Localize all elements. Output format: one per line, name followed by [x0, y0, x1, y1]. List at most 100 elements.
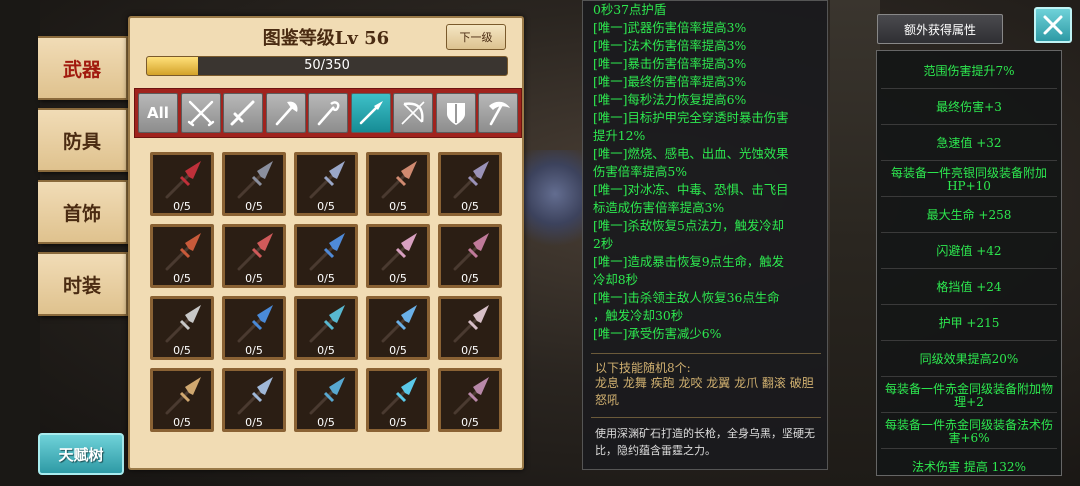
effect-line: 标造成伤害倍率提高3%	[593, 200, 725, 215]
spear-icon	[381, 161, 417, 199]
weapon-slot[interactable]: 0/5	[366, 224, 430, 288]
bow-icon	[401, 101, 425, 125]
spear-icon	[381, 377, 417, 415]
filter-bow-button[interactable]	[393, 93, 433, 133]
weapon-slot[interactable]: 0/5	[222, 296, 286, 360]
weapon-slot[interactable]: 0/5	[294, 152, 358, 216]
attribute-row: 最大生命 +258	[881, 199, 1057, 233]
spear-icon	[309, 233, 345, 271]
spear-icon	[165, 161, 201, 199]
weapon-grid: 0/5 0/5 0/5 0/5 0/5 0/5 0/5 0/5 0/5 0/5 0/5 0/5 0/5 0…	[150, 152, 510, 432]
spear-icon	[309, 161, 345, 199]
slot-count: 0/5	[389, 200, 407, 213]
weapon-slot[interactable]: 0/5	[222, 224, 286, 288]
weapon-slot[interactable]: 0/5	[222, 152, 286, 216]
effect-list: 0秒37点护盾 [唯一]武器伤害倍率提高3% [唯一]法术伤害倍率提高3% [唯一]暴…	[593, 1, 821, 343]
background-character	[520, 150, 590, 260]
attribute-row: 每装备一件赤金同级装备法术伤害+6%	[881, 415, 1057, 449]
effect-line: [唯一]法术伤害倍率提高3%	[593, 38, 747, 53]
weapon-slot[interactable]: 0/5	[150, 296, 214, 360]
attribute-row: 最终伤害+3	[881, 91, 1057, 125]
weapon-slot[interactable]: 0/5	[150, 224, 214, 288]
collection-progress-bar: 50/350	[146, 56, 508, 76]
skills-title: 以下技能随机8个:	[595, 361, 691, 375]
weapon-slot[interactable]: 0/5	[150, 152, 214, 216]
filter-all-button[interactable]: All	[138, 93, 178, 133]
spear-icon	[237, 377, 273, 415]
spear-icon	[237, 305, 273, 343]
attribute-row: 每装备一件赤金同级装备附加物理+2	[881, 379, 1057, 413]
weapon-slot[interactable]: 0/5	[438, 296, 502, 360]
spear-icon	[453, 233, 489, 271]
background-left	[0, 0, 40, 486]
slot-count: 0/5	[245, 416, 263, 429]
weapon-slot[interactable]: 0/5	[438, 224, 502, 288]
effect-line: [唯一]造成暴击恢复9点生命，触发	[593, 254, 785, 269]
attribute-row: 同级效果提高20%	[881, 343, 1057, 377]
slot-count: 0/5	[389, 272, 407, 285]
slot-count: 0/5	[461, 200, 479, 213]
spear-icon	[309, 377, 345, 415]
slot-count: 0/5	[173, 200, 191, 213]
slot-count: 0/5	[389, 416, 407, 429]
effect-line: 0秒37点护盾	[593, 2, 667, 17]
filter-spear-button[interactable]	[350, 93, 391, 133]
slot-count: 0/5	[173, 272, 191, 285]
effect-line: [唯一]杀敌恢复5点法力，触发冷却	[593, 218, 785, 233]
filter-staff-button[interactable]	[308, 93, 348, 133]
weapon-slot[interactable]: 0/5	[366, 296, 430, 360]
weapon-slot[interactable]: 0/5	[438, 152, 502, 216]
weapon-slot[interactable]: 0/5	[294, 368, 358, 432]
axe-icon	[275, 101, 298, 126]
spear-icon	[165, 233, 201, 271]
effect-line: [唯一]暴击伤害倍率提高3%	[593, 56, 747, 71]
spear-icon	[165, 377, 201, 415]
tab-weapons[interactable]: 武器	[38, 36, 128, 100]
talent-tree-button[interactable]: 天赋树	[38, 433, 124, 475]
effect-line: [唯一]最终伤害倍率提高3%	[593, 74, 747, 89]
slot-count: 0/5	[317, 416, 335, 429]
weapon-slot[interactable]: 0/5	[222, 368, 286, 432]
attribute-row: 每装备一件亮银同级装备附加HP+10	[881, 163, 1057, 197]
slot-count: 0/5	[245, 200, 263, 213]
effect-line: ，触发冷却30秒	[593, 308, 684, 323]
weapon-slot[interactable]: 0/5	[150, 368, 214, 432]
spear-icon	[453, 305, 489, 343]
attribute-row: 护甲 +215	[881, 307, 1057, 341]
staff-icon	[317, 101, 340, 126]
attribute-row: 闪避值 +42	[881, 235, 1057, 269]
item-description-panel: 0秒37点护盾 [唯一]武器伤害倍率提高3% [唯一]法术伤害倍率提高3% [唯一]暴…	[582, 0, 828, 470]
weapon-slot[interactable]: 0/5	[438, 368, 502, 432]
filter-scythe-button[interactable]	[478, 93, 518, 133]
scythe-icon	[489, 101, 510, 126]
close-button[interactable]	[1034, 7, 1072, 43]
progress-text: 50/350	[304, 58, 350, 73]
attribute-row: 急速值 +32	[881, 127, 1057, 161]
next-level-button[interactable]: 下一级	[446, 24, 506, 50]
divider	[591, 353, 821, 354]
tab-accessories[interactable]: 首饰	[38, 180, 128, 244]
weapon-slot[interactable]: 0/5	[294, 296, 358, 360]
tab-fashion[interactable]: 时装	[38, 252, 128, 316]
weapon-slot[interactable]: 0/5	[366, 368, 430, 432]
weapon-slot[interactable]: 0/5	[366, 152, 430, 216]
filter-shield-button[interactable]	[435, 93, 476, 133]
filter-sword-button[interactable]	[223, 93, 263, 133]
attribute-row: 法术伤害 提高 132%	[881, 451, 1057, 475]
spear-icon	[165, 305, 201, 343]
slot-count: 0/5	[461, 272, 479, 285]
effect-line: 2秒	[593, 236, 614, 251]
weapon-slot[interactable]: 0/5	[294, 224, 358, 288]
tab-armor[interactable]: 防具	[38, 108, 128, 172]
filter-dual-blades-button[interactable]	[180, 93, 221, 133]
spear-icon	[237, 233, 273, 271]
slot-count: 0/5	[173, 344, 191, 357]
filter-axe-button[interactable]	[265, 93, 306, 133]
slot-count: 0/5	[173, 416, 191, 429]
slot-count: 0/5	[461, 344, 479, 357]
effect-line: [唯一]承受伤害减少6%	[593, 326, 722, 341]
slot-count: 0/5	[461, 416, 479, 429]
dual-blades-icon	[187, 100, 214, 127]
effect-line: [唯一]武器伤害倍率提高3%	[593, 20, 747, 35]
spear-icon	[453, 377, 489, 415]
